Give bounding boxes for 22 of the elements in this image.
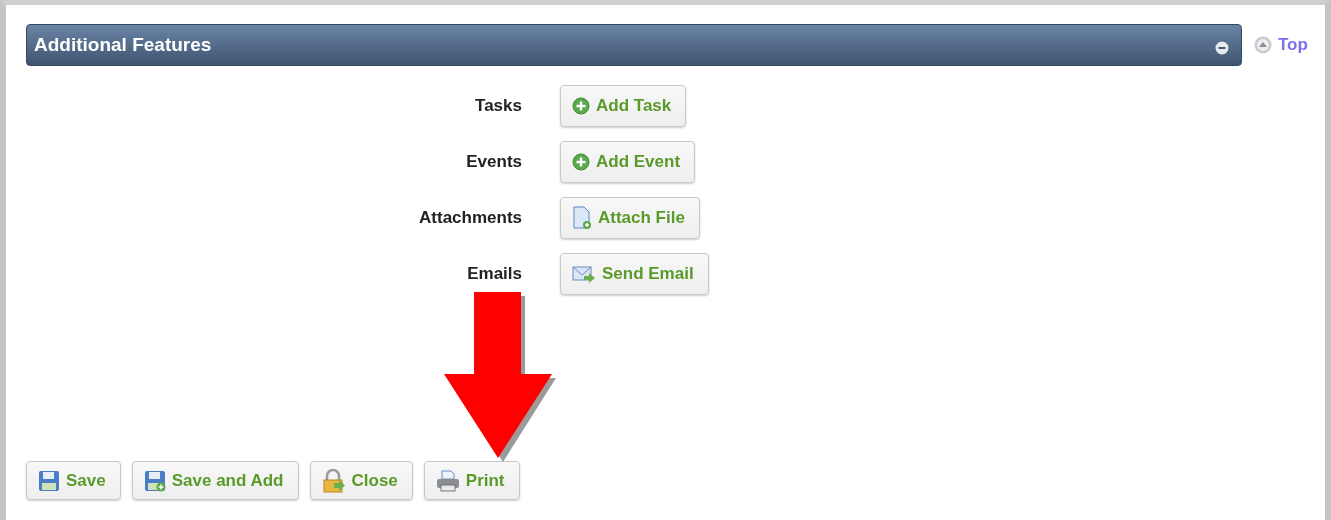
attach-file-button[interactable]: Attach File xyxy=(560,197,700,239)
panel-title: Additional Features xyxy=(34,34,212,56)
document-icon xyxy=(572,206,592,230)
field-label: Attachments xyxy=(418,208,522,228)
printer-icon xyxy=(435,469,460,492)
add-button[interactable]: Add Event xyxy=(560,141,696,183)
field-label: Events xyxy=(465,152,522,172)
plus-circle-icon xyxy=(572,97,590,115)
save-and-add-button[interactable]: Save and Add xyxy=(131,461,299,500)
field-label: Tasks xyxy=(474,96,522,116)
padlock-icon xyxy=(321,468,346,493)
top-link[interactable]: Top xyxy=(1254,35,1308,55)
field-label: Emails xyxy=(466,264,522,284)
send-email-button[interactable]: Send Email xyxy=(560,253,709,295)
save-button[interactable]: Save xyxy=(26,461,121,500)
plus-circle-icon xyxy=(572,153,590,171)
print-button[interactable]: Print xyxy=(423,461,520,500)
collapse-icon[interactable] xyxy=(1215,41,1229,55)
envelope-icon xyxy=(572,264,596,284)
up-circle-icon xyxy=(1254,36,1272,54)
close-button[interactable]: Close xyxy=(309,461,413,500)
add-button[interactable]: Add Task xyxy=(560,85,687,127)
